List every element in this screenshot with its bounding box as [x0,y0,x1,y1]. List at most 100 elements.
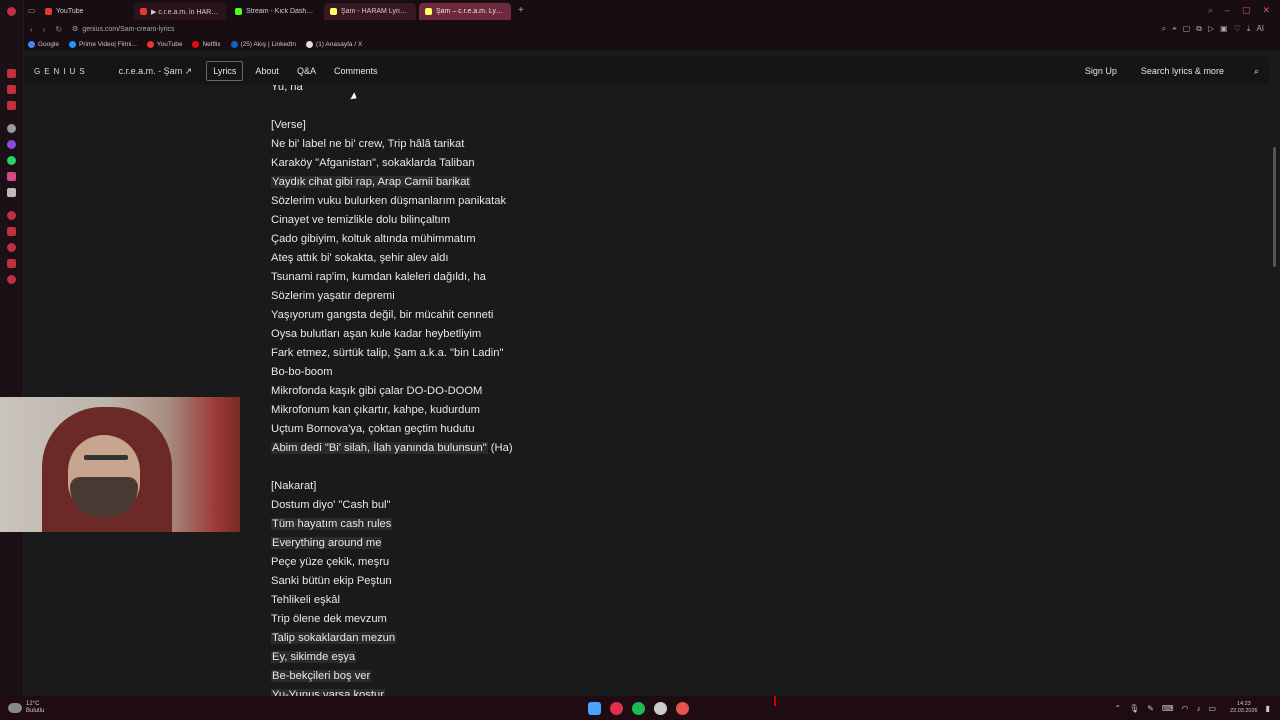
browser-sidebar [0,0,24,696]
lyric-spacer [271,97,513,116]
lyric-line[interactable]: Talip sokaklardan mezun [271,629,513,648]
sign-up-link[interactable]: Sign Up [1085,66,1117,76]
clock-date: 22.03.2026 [1230,708,1258,714]
lyric-line[interactable]: Abim dedi "Bi' silah, İlah yanında bulun… [271,439,513,458]
song-title-link[interactable]: c.r.e.a.m. - Şam ↗ [119,66,193,77]
lyric-text: Trip ölene dek mevzum [271,613,387,625]
search-icon[interactable]: ⌕ [1254,66,1259,77]
start-icon[interactable] [588,701,601,715]
maximize-icon[interactable]: ▢ [1242,5,1251,16]
mic-icon[interactable]: 🎙 [1129,704,1139,713]
browser-tab-1[interactable]: ▶ c.r.e.a.m. in HARAM [134,3,226,20]
notification-icon[interactable]: ▮ [1266,704,1270,713]
minimize-icon[interactable]: – [1225,5,1230,16]
annotated-lyric[interactable]: Talip sokaklardan mezun [271,632,397,644]
annotated-lyric[interactable]: Ey, sikimde eşya [271,651,357,663]
lyric-line[interactable]: Everything around me [271,534,513,553]
browser-tab-2[interactable]: Stream - Kick Dashboard [229,3,321,20]
lyric-line[interactable]: Yu-Yunus varsa kostur [271,686,513,696]
search-box[interactable]: Search lyrics & more ⌕ [1141,66,1259,77]
lyric-line[interactable]: Ey, sikimde eşya [271,648,513,667]
bookmarks-bar: Google Prime Video| Filmi... YouTube Netfli… [24,37,1280,51]
snapshot-icon[interactable]: ▢ [1183,24,1191,34]
sidebar-icon-4[interactable] [7,211,16,220]
nav-buttons: ‹ › ↻ [24,25,62,34]
nav-about[interactable]: About [249,62,285,80]
wifi-icon[interactable]: ◠ [1182,704,1189,713]
browser-tab-4[interactable]: Şam – c.r.e.a.m. Lyrics | [419,3,511,20]
pen-icon[interactable]: ✎ [1147,704,1154,713]
spotify-icon[interactable] [632,701,645,715]
opera-logo-icon[interactable] [7,7,16,16]
bookmark-item[interactable]: Prime Video| Filmi... [68,40,137,48]
sidebar-icon-1[interactable] [7,69,16,78]
x-icon[interactable] [7,188,16,197]
lyric-line[interactable]: Yaydık cihat gibi rap, Arap Camii barika… [271,173,513,192]
zoom-icon[interactable]: ⌕ [1162,24,1166,34]
scroll-thumb[interactable] [1273,147,1276,267]
lyric-line[interactable]: Tüm hayatım cash rules [271,515,513,534]
battery-icon[interactable]: ▭ [1209,704,1217,713]
lyric-spacer [271,458,513,477]
bookmark-item[interactable]: YouTube [146,40,182,48]
annotated-lyric[interactable]: Be-bekçileri boş ver [271,670,372,682]
chatgpt-icon[interactable] [654,701,667,715]
new-tab-button[interactable]: + [514,5,528,16]
sidebar-icon-3[interactable] [7,101,16,110]
download-icon[interactable]: ⤓ [1247,24,1251,34]
forward-icon[interactable]: › [43,25,46,34]
settings-icon[interactable] [7,275,16,284]
tab-menu-icon[interactable]: ▭ [24,0,39,21]
clock[interactable]: 14:23 22.03.2026 [1230,701,1258,715]
sidebar-icon-2[interactable] [7,85,16,94]
opera-icon[interactable] [610,701,623,715]
bookmark-item[interactable]: (1) Anasayfa / X [306,40,362,48]
messenger-icon[interactable] [7,140,16,149]
reload-icon[interactable]: ↻ [55,25,62,34]
close-icon[interactable]: ✕ [1262,5,1270,16]
whatsapp-icon[interactable] [7,156,16,165]
chatgpt-icon[interactable] [7,124,16,133]
instagram-icon[interactable] [7,172,16,181]
site-info-icon[interactable]: ⚙ [72,25,78,33]
lyric-line[interactable]: Be-bekçileri boş ver [271,667,513,686]
browser-tab-3[interactable]: Şam - HARAM Lyrics and [324,3,416,20]
annotated-lyric[interactable]: Tüm hayatım cash rules [271,518,393,530]
lyric-text: Yu, ha [271,85,303,93]
page-scrollbar[interactable] [1269,57,1280,696]
tray-chevron-icon[interactable]: ⌃ [1114,704,1121,713]
nav-qa[interactable]: Q&A [291,62,322,80]
back-icon[interactable]: ‹ [30,25,33,34]
annotated-lyric[interactable]: Everything around me [271,537,383,549]
chrome-icon[interactable] [676,701,689,715]
weather-widget[interactable]: 12°C Bulutlu [0,701,44,715]
annotated-lyric[interactable]: Yaydık cihat gibi rap, Arap Camii barika… [271,176,471,188]
bookmark-item[interactable]: Google [28,40,59,48]
extensions-icon[interactable]: ⧉ [1196,24,1202,34]
lyric-line: Karaköy "Afganistan", sokaklarda Taliban [271,154,513,173]
ai-button[interactable]: AI [1256,24,1264,34]
browser-tab-0[interactable]: YouTube [39,3,131,20]
search-icon[interactable]: ⌕ [1208,5,1213,16]
system-tray: ⌃ 🎙 ✎ ⌨ ◠ ♪ ▭ 14:23 22.03.2026 ▮ [1114,701,1280,715]
play-icon[interactable]: ▷ [1208,24,1214,34]
nav-comments[interactable]: Comments [328,62,384,80]
nav-lyrics[interactable]: Lyrics [206,61,244,81]
tab-bar: ▭ YouTube ▶ c.r.e.a.m. in HARAM Stream - K… [24,0,1280,21]
bookmark-favicon-icon [68,40,76,48]
annotated-lyric[interactable]: Yu-Yunus varsa kostur [271,689,385,696]
url-field[interactable]: ⚙ genius.com/Sam-cream-lyrics [72,25,174,34]
genius-logo[interactable]: GENIUS [34,67,89,76]
bookmark-item[interactable]: (25) Akış | LinkedIn [230,40,296,48]
sidebar-icon-6[interactable] [7,259,16,268]
pin-icon[interactable]: ⌖ [1172,24,1177,34]
lang-icon[interactable]: ⌨ [1162,704,1174,713]
history-icon[interactable] [7,243,16,252]
volume-icon[interactable]: ♪ [1197,704,1201,713]
annotated-lyric[interactable]: Abim dedi "Bi' silah, İlah yanında bulun… [271,442,488,454]
wallet-icon[interactable]: ▣ [1220,24,1228,34]
bookmark-item[interactable]: Netflix [192,40,221,48]
bookmark-favicon-icon [192,40,200,48]
sidebar-icon-5[interactable] [7,227,16,236]
heart-icon[interactable]: ♡ [1234,24,1241,34]
